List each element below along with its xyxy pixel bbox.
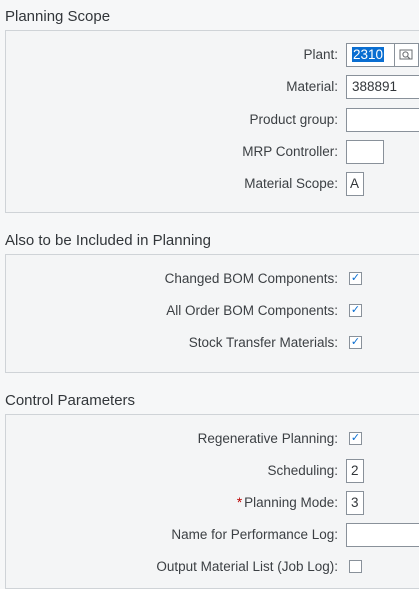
output-list-row: Output Material List (Job Log): xyxy=(1,555,419,579)
material-scope-label: Material Scope: xyxy=(244,176,338,191)
also-included-panel: Changed BOM Components: ✓ All Order BOM … xyxy=(5,254,419,373)
material-scope-row: Material Scope: A xyxy=(1,172,419,196)
all-order-bom-row: All Order BOM Components: ✓ xyxy=(1,299,419,323)
regenerative-row: Regenerative Planning: ✓ xyxy=(1,427,419,451)
material-scope-input[interactable]: A xyxy=(346,172,364,196)
product-group-input[interactable] xyxy=(346,108,419,132)
regenerative-checkbox[interactable]: ✓ xyxy=(349,432,362,445)
plant-input[interactable]: 2310 xyxy=(346,43,395,67)
changed-bom-label: Changed BOM Components: xyxy=(164,271,338,286)
material-row: Material: 388891 xyxy=(1,75,419,99)
planning-scope-panel: Plant: 2310 Material: 388891 Product gro… xyxy=(5,30,419,213)
plant-row: Plant: 2310 xyxy=(1,43,419,67)
plant-label: Plant: xyxy=(303,47,338,62)
control-parameters-panel: Regenerative Planning: ✓ Scheduling: 2 *… xyxy=(5,414,419,589)
changed-bom-row: Changed BOM Components: ✓ xyxy=(1,267,419,291)
planning-mode-row: * Planning Mode: 3 xyxy=(1,491,419,515)
material-label: Material: xyxy=(286,79,338,94)
product-group-row: Product group: xyxy=(1,108,419,132)
perf-log-label: Name for Performance Log: xyxy=(171,527,338,542)
also-included-title: Also to be Included in Planning xyxy=(5,232,211,249)
perf-log-input[interactable] xyxy=(346,523,419,547)
plant-value: 2310 xyxy=(352,47,385,62)
stock-transfer-label: Stock Transfer Materials: xyxy=(188,335,338,350)
planning-mode-label-wrap: * Planning Mode: xyxy=(237,495,338,510)
stock-transfer-checkbox[interactable]: ✓ xyxy=(349,336,362,349)
output-list-checkbox[interactable] xyxy=(349,560,362,573)
product-group-label: Product group: xyxy=(249,112,338,127)
scheduling-label: Scheduling: xyxy=(267,463,338,478)
stock-transfer-row: Stock Transfer Materials: ✓ xyxy=(1,331,419,355)
value-help-icon xyxy=(399,49,413,60)
perf-log-row: Name for Performance Log: xyxy=(1,523,419,547)
mrp-controller-label: MRP Controller: xyxy=(242,144,338,159)
required-asterisk: * xyxy=(236,495,243,510)
mrp-controller-row: MRP Controller: xyxy=(1,140,419,164)
planning-mode-input[interactable]: 3 xyxy=(346,491,364,515)
scheduling-row: Scheduling: 2 xyxy=(1,459,419,483)
mrp-controller-input[interactable] xyxy=(346,140,384,164)
regenerative-label: Regenerative Planning: xyxy=(197,431,338,446)
all-order-bom-checkbox[interactable]: ✓ xyxy=(349,304,362,317)
output-list-label: Output Material List (Job Log): xyxy=(156,559,338,574)
changed-bom-checkbox[interactable]: ✓ xyxy=(349,272,362,285)
material-input[interactable]: 388891 xyxy=(346,75,419,99)
scheduling-input[interactable]: 2 xyxy=(346,459,364,483)
planning-mode-label: Planning Mode: xyxy=(244,495,338,510)
planning-scope-title: Planning Scope xyxy=(5,8,111,25)
plant-value-help-button[interactable] xyxy=(395,43,419,67)
control-parameters-title: Control Parameters xyxy=(5,392,136,409)
all-order-bom-label: All Order BOM Components: xyxy=(166,303,338,318)
